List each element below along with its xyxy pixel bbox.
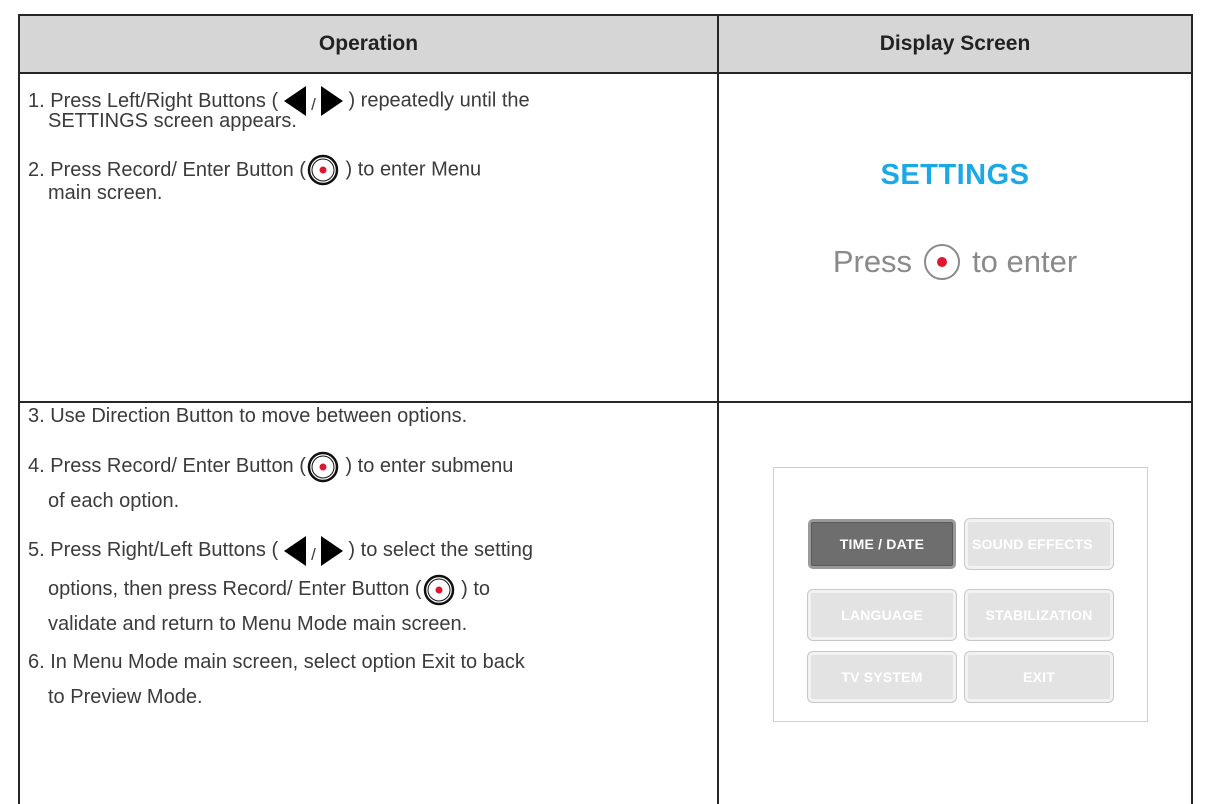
- step-text: ) repeatedly until the: [348, 89, 530, 112]
- slash-separator: /: [311, 95, 316, 114]
- settings-screen: SETTINGS Press to enter: [719, 74, 1191, 401]
- table-row: 3. Use Direction Button to move between …: [20, 403, 1191, 804]
- step-text: ) to enter submenu: [345, 455, 514, 477]
- step-6: 6. In Menu Mode main screen, select opti…: [28, 645, 701, 715]
- left-triangle-icon: [284, 535, 307, 566]
- record-enter-icon: [307, 451, 339, 482]
- step-5: 5. Press Right/Left Buttons ( / ) to sel…: [28, 529, 701, 642]
- step-text: ) to select the setting: [348, 539, 533, 561]
- step-text: 5. Press Right/Left Buttons (: [28, 539, 279, 561]
- step-text: ) to: [461, 578, 491, 600]
- right-triangle-icon: [320, 535, 343, 566]
- step-3: 3. Use Direction Button to move between …: [28, 405, 701, 428]
- step-2: 2. Press Record/ Enter Button ( ) to ent…: [28, 154, 701, 205]
- record-enter-icon: [423, 574, 454, 605]
- step-text: 6. In Menu Mode main screen, select opti…: [28, 651, 525, 673]
- display-cell: SETTINGS Press to enter: [717, 74, 1191, 401]
- step-number: 1.: [28, 89, 45, 112]
- menu-item-exit[interactable]: EXIT: [965, 652, 1113, 702]
- operation-cell: 3. Use Direction Button to move between …: [20, 403, 717, 804]
- display-cell: TIME / DATE SOUND EFFECTS LANGUAGE STABI…: [717, 403, 1191, 804]
- step-1: 1. Press Left/Right Buttons ( / ) repeat…: [28, 86, 701, 133]
- table-row: 1. Press Left/Right Buttons ( / ) repeat…: [20, 74, 1191, 403]
- step-text: 4. Press Record/ Enter Button (: [28, 455, 306, 477]
- menu-item-stabilization[interactable]: STABILIZATION: [965, 590, 1113, 640]
- menu-item-tv-system[interactable]: TV SYSTEM: [808, 652, 956, 702]
- header-display-screen: Display Screen: [717, 16, 1191, 72]
- menu-item-sound-effects[interactable]: SOUND EFFECTS: [965, 519, 1113, 569]
- record-enter-icon: [307, 154, 339, 186]
- menu-item-time-date[interactable]: TIME / DATE: [808, 519, 956, 569]
- operation-cell: 1. Press Left/Right Buttons ( / ) repeat…: [20, 74, 717, 401]
- slash-separator: /: [311, 545, 316, 564]
- step-number: 2.: [28, 158, 45, 181]
- step-text: Press Record/ Enter Button (: [50, 158, 306, 181]
- step-text: options, then press Record/ Enter Button…: [48, 578, 422, 600]
- settings-press-hint: Press to enter: [719, 242, 1191, 282]
- step-text: ) to enter Menu: [345, 158, 482, 181]
- press-label: Press: [832, 244, 913, 279]
- step-text: validate and return to Menu Mode main sc…: [48, 613, 468, 635]
- step-text: 3. Use Direction Button to move between …: [28, 405, 468, 427]
- step-text: of each option.: [48, 490, 180, 512]
- settings-title: SETTINGS: [880, 159, 1030, 191]
- settings-menu-screen: TIME / DATE SOUND EFFECTS LANGUAGE STABI…: [773, 467, 1148, 722]
- menu-item-language[interactable]: LANGUAGE: [808, 590, 956, 640]
- table-header: Operation Display Screen: [20, 16, 1191, 74]
- operation-table: Operation Display Screen 1. Press Left/R…: [18, 14, 1193, 804]
- right-triangle-icon: [320, 86, 343, 116]
- step-4: 4. Press Record/ Enter Button ( ) to ent…: [28, 449, 701, 519]
- record-enter-icon: [924, 244, 961, 280]
- header-operation: Operation: [318, 32, 419, 55]
- to-enter-label: to enter: [972, 244, 1078, 279]
- step-text: to Preview Mode.: [48, 686, 203, 708]
